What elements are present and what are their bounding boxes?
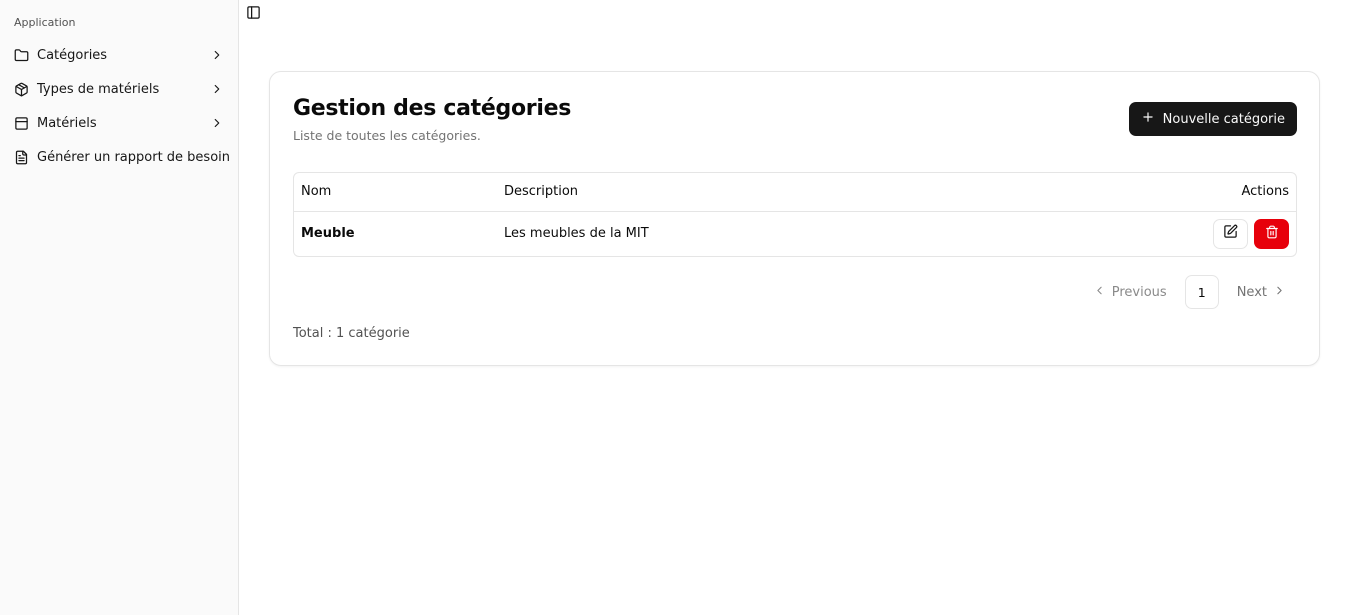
categories-table: Nom Description Actions Meuble Les meubl… (293, 172, 1297, 257)
chevron-right-icon (210, 116, 224, 130)
table-header-row: Nom Description Actions (294, 173, 1296, 212)
column-header-actions: Actions (1006, 173, 1296, 212)
sidebar-toggle-icon (246, 5, 261, 24)
table-row: Meuble Les meubles de la MIT (294, 211, 1296, 256)
sidebar-item-label: Matériels (37, 115, 97, 131)
sidebar-item-label: Types de matériels (37, 81, 160, 97)
sidebar: Application Catégories Types de matériel… (0, 0, 239, 615)
sidebar-item-types-materiels[interactable]: Types de matériels (0, 72, 238, 106)
sidebar-item-label: Catégories (37, 47, 108, 63)
cell-description: Les meubles de la MIT (504, 226, 649, 242)
next-page-button[interactable]: Next (1229, 275, 1294, 309)
previous-label: Previous (1111, 284, 1167, 300)
delete-button[interactable] (1254, 218, 1289, 249)
page-number-button[interactable]: 1 (1184, 275, 1219, 309)
sidebar-toggle-button[interactable] (245, 5, 261, 24)
new-category-button[interactable]: Nouvelle catégorie (1128, 102, 1297, 136)
chevron-right-icon (210, 82, 224, 96)
sidebar-item-label: Générer un rapport de besoin (37, 149, 231, 165)
previous-page-button[interactable]: Previous (1085, 275, 1175, 309)
column-header-nom: Nom (294, 173, 497, 212)
file-text-icon (14, 149, 30, 165)
trash-icon (1265, 225, 1279, 243)
sidebar-item-categories[interactable]: Catégories (0, 38, 238, 72)
page-subtitle: Liste de toutes les catégories. (293, 128, 481, 143)
pagination: Previous 1 Next (1085, 275, 1294, 309)
edit-button[interactable] (1213, 218, 1248, 249)
page-title: Gestion des catégories (293, 96, 571, 121)
column-header-description: Description (497, 173, 1007, 212)
plus-icon (1141, 110, 1155, 128)
total-count: Total : 1 catégorie (293, 326, 410, 341)
chevron-right-icon (210, 48, 224, 62)
sidebar-group-label: Application (14, 16, 76, 29)
folder-icon (14, 47, 30, 63)
panel-icon (14, 115, 30, 131)
chevron-right-icon (1273, 284, 1286, 301)
package-icon (14, 81, 30, 97)
edit-icon (1223, 224, 1238, 243)
cell-nom: Meuble (301, 226, 355, 242)
cell-actions (1007, 211, 1296, 256)
chevron-left-icon (1093, 284, 1106, 301)
next-label: Next (1236, 284, 1267, 300)
sidebar-item-rapport[interactable]: Générer un rapport de besoin (0, 140, 238, 174)
new-category-label: Nouvelle catégorie (1162, 111, 1285, 127)
sidebar-item-materiels[interactable]: Matériels (0, 106, 238, 140)
categories-card: Gestion des catégories Liste de toutes l… (269, 71, 1320, 366)
